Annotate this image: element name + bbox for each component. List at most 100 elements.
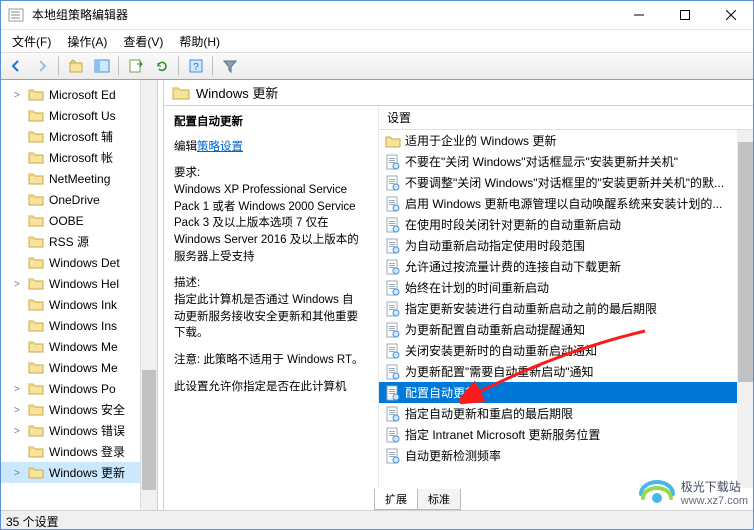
- tree-item-label: Microsoft 辅: [49, 128, 113, 145]
- menu-help[interactable]: 帮助(H): [171, 31, 228, 52]
- list-item[interactable]: 指定自动更新和重启的最后期限: [379, 403, 754, 424]
- tree-item-label: Microsoft 帐: [49, 149, 113, 166]
- watermark: 极光下载站 www.xz7.com: [639, 476, 748, 512]
- tree-item[interactable]: Microsoft Us: [0, 105, 157, 126]
- expand-icon[interactable]: [14, 300, 24, 310]
- list-item[interactable]: 为更新配置"需要自动重新启动"通知: [379, 361, 754, 382]
- content-header-title: Windows 更新: [196, 83, 278, 102]
- list-item[interactable]: 在使用时段关闭针对更新的自动重新启动: [379, 214, 754, 235]
- close-button[interactable]: [708, 0, 754, 30]
- tree-item[interactable]: >Windows Po: [0, 378, 157, 399]
- expand-icon[interactable]: [14, 258, 24, 268]
- expand-icon[interactable]: [14, 321, 24, 331]
- tree-item[interactable]: Windows Ins: [0, 315, 157, 336]
- expand-icon[interactable]: [14, 342, 24, 352]
- tree-item[interactable]: Windows Det: [0, 252, 157, 273]
- scrollbar-thumb[interactable]: [142, 370, 156, 490]
- list-item[interactable]: 指定 Intranet Microsoft 更新服务位置: [379, 424, 754, 445]
- edit-policy-link[interactable]: 策略设置: [197, 141, 243, 153]
- status-text: 35 个设置: [6, 515, 59, 529]
- tree-item-label: Windows 错误: [49, 422, 125, 439]
- list-item-label: 适用于企业的 Windows 更新: [405, 132, 556, 149]
- list-scrollbar[interactable]: [737, 130, 754, 488]
- tree-item[interactable]: RSS 源: [0, 231, 157, 252]
- tree-item[interactable]: Microsoft 辅: [0, 126, 157, 147]
- show-hide-tree-button[interactable]: [90, 54, 114, 78]
- settings-list[interactable]: 适用于企业的 Windows 更新不要在"关闭 Windows"对话框显示"安装…: [379, 130, 754, 488]
- tree-item[interactable]: Windows 登录: [0, 441, 157, 462]
- tree-item[interactable]: Windows Me: [0, 336, 157, 357]
- list-item[interactable]: 为更新配置自动重新启动提醒通知: [379, 319, 754, 340]
- tab-standard[interactable]: 标准: [417, 489, 461, 510]
- tree-item-label: Windows 登录: [49, 443, 125, 460]
- list-item[interactable]: 允许通过按流量计费的连接自动下载更新: [379, 256, 754, 277]
- export-button[interactable]: [124, 54, 148, 78]
- list-item[interactable]: 始终在计划的时间重新启动: [379, 277, 754, 298]
- menu-file[interactable]: 文件(F): [4, 31, 59, 52]
- list-item[interactable]: 启用 Windows 更新电源管理以自动唤醒系统来安装计划的...: [379, 193, 754, 214]
- tree-item[interactable]: > Windows 更新: [0, 462, 157, 483]
- list-item[interactable]: 为自动重新启动指定使用时段范围: [379, 235, 754, 256]
- menu-action[interactable]: 操作(A): [59, 31, 115, 52]
- expand-icon[interactable]: >: [14, 405, 24, 415]
- up-button[interactable]: [64, 54, 88, 78]
- content-pane: Windows 更新 配置自动更新 编辑策略设置 要求: Windows XP …: [164, 80, 754, 510]
- expand-icon[interactable]: [14, 111, 24, 121]
- expand-icon[interactable]: [14, 447, 24, 457]
- tree-item[interactable]: OOBE: [0, 210, 157, 231]
- list-item[interactable]: 自动更新检测频率: [379, 445, 754, 466]
- expand-icon[interactable]: [14, 195, 24, 205]
- tree-item[interactable]: >Windows Hel: [0, 273, 157, 294]
- back-button[interactable]: [4, 54, 28, 78]
- tree-item[interactable]: OneDrive: [0, 189, 157, 210]
- expand-icon[interactable]: [14, 132, 24, 142]
- tree-item[interactable]: Microsoft 帐: [0, 147, 157, 168]
- expand-icon[interactable]: >: [14, 426, 24, 436]
- expand-icon[interactable]: [14, 174, 24, 184]
- scrollbar-thumb[interactable]: [738, 142, 753, 382]
- tree-item[interactable]: >Windows 安全: [0, 399, 157, 420]
- expand-icon[interactable]: [14, 237, 24, 247]
- expand-icon[interactable]: >: [14, 468, 24, 478]
- filter-button[interactable]: [218, 54, 242, 78]
- refresh-button[interactable]: [150, 54, 174, 78]
- expand-icon[interactable]: [14, 363, 24, 373]
- list-column-header[interactable]: 设置: [379, 106, 754, 130]
- expand-icon[interactable]: >: [14, 279, 24, 289]
- tree-item[interactable]: Windows Ink: [0, 294, 157, 315]
- list-item-label: 指定 Intranet Microsoft 更新服务位置: [405, 426, 600, 443]
- tree-scrollbar[interactable]: [140, 80, 157, 510]
- expand-icon[interactable]: [14, 216, 24, 226]
- description-label: 描述:: [174, 275, 364, 292]
- help-button[interactable]: ?: [184, 54, 208, 78]
- minimize-button[interactable]: [616, 0, 662, 30]
- app-icon: [8, 7, 24, 23]
- watermark-name: 极光下载站: [681, 480, 748, 494]
- tree-item[interactable]: Windows Me: [0, 357, 157, 378]
- settings-list-pane: 设置 适用于企业的 Windows 更新不要在"关闭 Windows"对话框显示…: [378, 106, 754, 488]
- list-item-label: 自动更新检测频率: [405, 447, 501, 464]
- expand-icon[interactable]: >: [14, 384, 24, 394]
- edit-policy-line: 编辑策略设置: [174, 139, 364, 156]
- tree-pane[interactable]: > Microsoft Ed Microsoft Us Microsoft 辅 Micr…: [0, 80, 158, 510]
- menu-view[interactable]: 查看(V): [115, 31, 171, 52]
- tree-item[interactable]: NetMeeting: [0, 168, 157, 189]
- list-item[interactable]: 不要调整"关闭 Windows"对话框里的"安装更新并关机"的默...: [379, 172, 754, 193]
- maximize-button[interactable]: [662, 0, 708, 30]
- tree-item[interactable]: > Microsoft Ed: [0, 84, 157, 105]
- requirements-text: Windows XP Professional Service Pack 1 或…: [174, 182, 364, 265]
- list-item[interactable]: 关闭安装更新时的自动重新启动通知: [379, 340, 754, 361]
- list-item-folder[interactable]: 适用于企业的 Windows 更新: [379, 130, 754, 151]
- tree-item-label: Windows 更新: [49, 464, 125, 481]
- tab-extended[interactable]: 扩展: [374, 489, 418, 510]
- expand-icon[interactable]: >: [14, 90, 24, 100]
- list-item[interactable]: 配置自动更新: [379, 382, 754, 403]
- tree-item-label: Microsoft Ed: [49, 88, 116, 102]
- list-item[interactable]: 指定更新安装进行自动重新启动之前的最后期限: [379, 298, 754, 319]
- list-item-label: 为更新配置自动重新启动提醒通知: [405, 321, 585, 338]
- tree-item[interactable]: > Windows 错误: [0, 420, 157, 441]
- tree-item-label: Windows Me: [49, 361, 118, 375]
- forward-button[interactable]: [30, 54, 54, 78]
- list-item[interactable]: 不要在"关闭 Windows"对话框显示"安装更新并关机": [379, 151, 754, 172]
- expand-icon[interactable]: [14, 153, 24, 163]
